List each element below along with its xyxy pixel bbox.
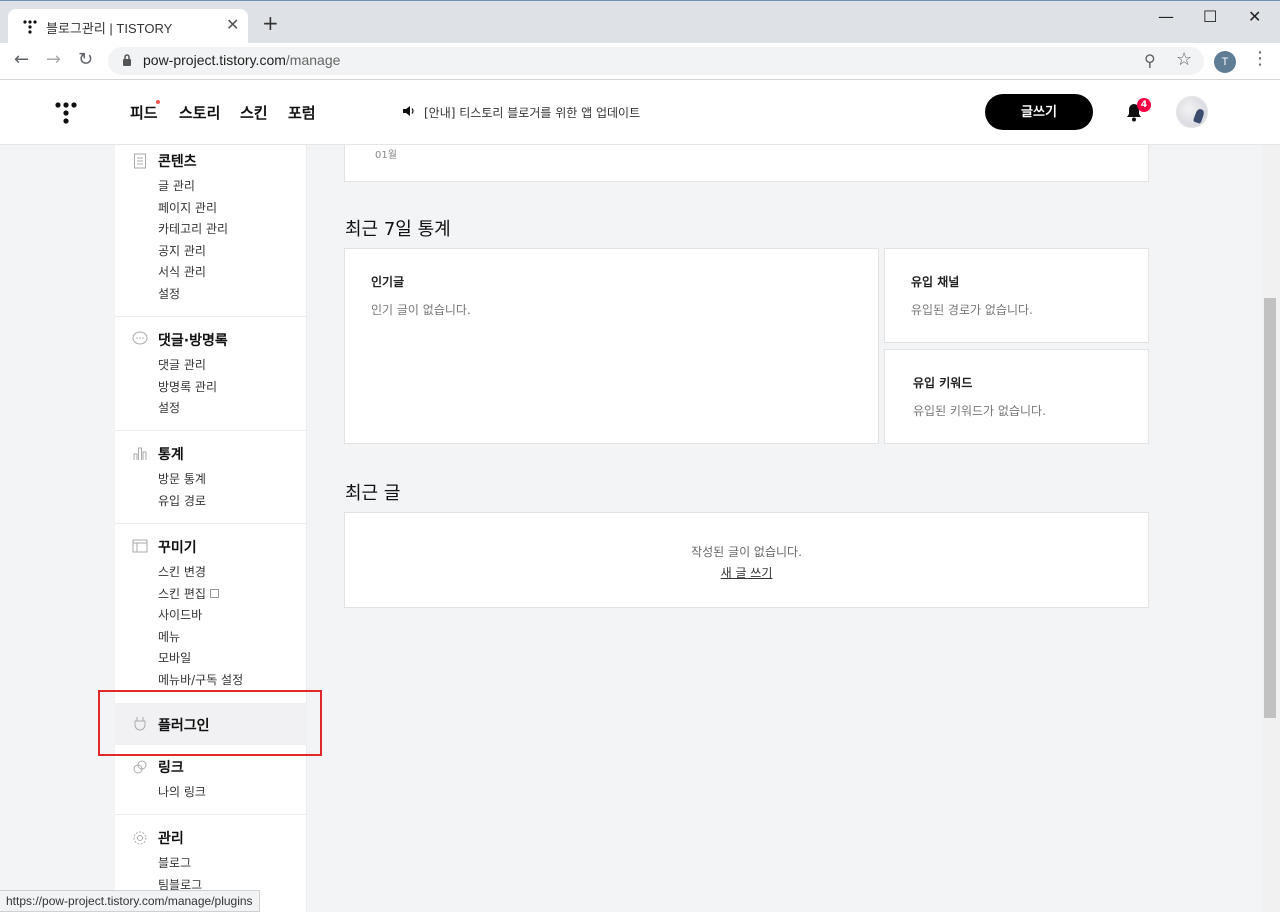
sidebar-divider (115, 814, 306, 815)
sidebar-item-content-settings[interactable]: 설정 (158, 285, 180, 302)
speech-bubble-icon (132, 331, 148, 345)
link-status-bar: https://pow-project.tistory.com/manage/p… (0, 890, 260, 912)
feed-new-dot (156, 100, 160, 104)
sidebar-item-blog[interactable]: 블로그 (158, 854, 191, 871)
page-scrollbar-thumb[interactable] (1264, 298, 1276, 718)
sidebar-item-skin-change[interactable]: 스킨 변경 (158, 563, 206, 580)
site-header: 피드 스토리 스킨 포럼 [안내] 티스토리 블로거를 위한 앱 업데이트 글쓰… (0, 80, 1280, 145)
write-post-button[interactable]: 글쓰기 (985, 94, 1093, 130)
recent-posts-empty: 작성된 글이 없습니다. (691, 545, 802, 559)
forward-icon[interactable]: → (46, 49, 61, 71)
close-tab-icon[interactable]: ✕ (226, 15, 239, 34)
sidebar-item-page-manage[interactable]: 페이지 관리 (158, 199, 217, 216)
sidebar-item-menubar-subscribe[interactable]: 메뉴바/구독 설정 (158, 671, 243, 688)
browser-tab[interactable]: 블로그관리 | TISTORY ✕ (8, 9, 248, 44)
sidebar-divider (115, 523, 306, 524)
url-text: pow-project.tistory.com/manage (143, 52, 341, 68)
profile-avatar[interactable]: T (1214, 51, 1236, 73)
bar-chart-icon (133, 447, 147, 460)
sidebar-item-guestbook-manage[interactable]: 방명록 관리 (158, 378, 217, 395)
notice-text[interactable]: [안내] 티스토리 블로거를 위한 앱 업데이트 (424, 104, 640, 121)
browser-menu-icon[interactable]: ⋮ (1251, 48, 1269, 69)
inflow-channel-empty: 유입된 경로가 없습니다. (911, 303, 1033, 317)
browser-toolbar: ← → ↻ pow-project.tistory.com/manage ⚲ ☆… (0, 43, 1280, 80)
popular-posts-empty: 인기 글이 없습니다. (371, 303, 471, 317)
recent-posts-card: 작성된 글이 없습니다. 새 글 쓰기 (344, 512, 1149, 608)
popular-posts-card: 인기글 인기 글이 없습니다. (344, 248, 879, 444)
recent-posts-section-title: 최근 글 (345, 483, 401, 504)
nav-feed[interactable]: 피드 (130, 102, 158, 123)
tistory-logo-icon[interactable] (54, 100, 78, 124)
user-avatar[interactable] (1176, 96, 1208, 128)
sidebar-section-link[interactable]: 링크 (158, 757, 184, 777)
sidebar-item-template-manage[interactable]: 서식 관리 (158, 263, 206, 280)
external-link-icon (209, 589, 219, 598)
maximize-icon[interactable]: ☐ (1203, 7, 1217, 26)
sidebar-section-manage[interactable]: 관리 (158, 828, 184, 848)
inflow-keyword-empty: 유입된 키워드가 없습니다. (913, 404, 1046, 418)
sidebar-divider (115, 430, 306, 431)
sidebar-section-decorate[interactable]: 꾸미기 (158, 537, 197, 557)
sidebar-item-comment-manage[interactable]: 댓글 관리 (158, 356, 206, 373)
layout-icon (132, 539, 148, 553)
document-icon (134, 153, 146, 169)
inflow-channel-title: 유입 채널 (911, 275, 960, 289)
visit-chart-card: 01월 (344, 145, 1149, 182)
sidebar-item-skin-edit[interactable]: 스킨 편집 (158, 585, 219, 602)
inflow-keyword-title: 유입 키워드 (913, 376, 973, 390)
sidebar-item-post-manage[interactable]: 글 관리 (158, 177, 195, 194)
sidebar-item-my-link[interactable]: 나의 링크 (158, 783, 206, 800)
admin-sidebar: 콘텐츠 글 관리 페이지 관리 카테고리 관리 공지 관리 서식 관리 설정 댓… (115, 145, 307, 912)
address-bar[interactable]: pow-project.tistory.com/manage ⚲ ☆ (108, 47, 1204, 75)
sidebar-item-menu[interactable]: 메뉴 (158, 628, 180, 645)
tab-title: 블로그관리 | TISTORY (46, 21, 173, 36)
new-post-link[interactable]: 새 글 쓰기 (345, 564, 1148, 581)
window-close-icon[interactable]: ✕ (1248, 7, 1261, 26)
sidebar-section-comments[interactable]: 댓글·방명록 (158, 330, 228, 350)
plugin-highlight-box (98, 690, 322, 756)
reload-icon[interactable]: ↻ (78, 49, 93, 71)
sidebar-section-stats[interactable]: 통계 (158, 444, 184, 464)
lock-icon (123, 54, 131, 66)
speaker-icon (403, 106, 414, 116)
new-tab-button[interactable]: + (262, 13, 279, 33)
sidebar-item-mobile[interactable]: 모바일 (158, 649, 191, 666)
bookmark-star-icon[interactable]: ☆ (1176, 49, 1192, 70)
notification-badge: 4 (1137, 98, 1151, 112)
sidebar-section-content[interactable]: 콘텐츠 (158, 151, 197, 171)
browser-tabstrip: 블로그관리 | TISTORY ✕ + — ☐ ✕ (0, 0, 1280, 44)
nav-story[interactable]: 스토리 (179, 102, 220, 123)
link-icon (133, 760, 147, 774)
sidebar-item-category-manage[interactable]: 카테고리 관리 (158, 220, 228, 237)
inflow-channel-card: 유입 채널 유입된 경로가 없습니다. (884, 248, 1149, 343)
sidebar-item-comment-settings[interactable]: 설정 (158, 399, 180, 416)
tistory-favicon-icon (23, 20, 37, 34)
back-icon[interactable]: ← (14, 49, 29, 71)
sidebar-item-sidebar[interactable]: 사이드바 (158, 606, 202, 623)
month-label: 01월 (375, 150, 397, 161)
nav-forum[interactable]: 포럼 (288, 102, 316, 123)
inflow-keyword-card: 유입 키워드 유입된 키워드가 없습니다. (884, 349, 1149, 444)
sidebar-item-notice-manage[interactable]: 공지 관리 (158, 242, 206, 259)
gear-icon (133, 831, 147, 845)
popular-posts-title: 인기글 (371, 275, 405, 289)
minimize-icon[interactable]: — (1158, 7, 1174, 26)
nav-skin[interactable]: 스킨 (240, 102, 268, 123)
sidebar-item-referrer[interactable]: 유입 경로 (158, 492, 206, 509)
sidebar-item-visit-stats[interactable]: 방문 통계 (158, 470, 206, 487)
sidebar-divider (115, 316, 306, 317)
zoom-icon[interactable]: ⚲ (1144, 51, 1156, 70)
stats-section-title: 최근 7일 통계 (345, 219, 451, 240)
